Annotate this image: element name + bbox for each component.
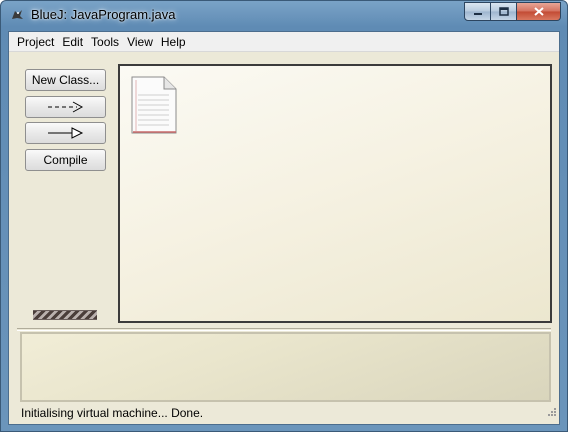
machine-activity-indicator xyxy=(33,310,97,320)
menu-tools[interactable]: Tools xyxy=(87,35,123,49)
maximize-icon xyxy=(498,7,509,16)
text-file-icon[interactable] xyxy=(131,76,177,139)
window-title: BlueJ: JavaProgram.java xyxy=(31,7,176,22)
uses-arrow-button[interactable] xyxy=(25,96,106,118)
menu-project[interactable]: Project xyxy=(13,35,58,49)
menu-bar: Project Edit Tools View Help xyxy=(9,32,559,52)
bluej-window: BlueJ: JavaProgram.java Project Edit Too… xyxy=(0,0,568,432)
panel-splitter[interactable] xyxy=(17,328,551,331)
maximize-button[interactable] xyxy=(491,2,517,21)
minimize-icon xyxy=(473,12,482,15)
window-client-area: Project Edit Tools View Help New Class..… xyxy=(8,31,560,425)
new-class-button[interactable]: New Class... xyxy=(25,69,106,91)
inherits-arrow-button[interactable] xyxy=(25,122,106,144)
title-bar[interactable]: BlueJ: JavaProgram.java xyxy=(1,1,567,31)
menu-edit[interactable]: Edit xyxy=(58,35,87,49)
compile-button[interactable]: Compile xyxy=(25,149,106,171)
resize-grip-icon[interactable] xyxy=(547,404,557,422)
class-diagram-panel[interactable] xyxy=(118,64,552,323)
minimize-button[interactable] xyxy=(464,2,491,21)
close-icon xyxy=(533,7,544,16)
menu-help[interactable]: Help xyxy=(157,35,190,49)
bluej-bird-icon xyxy=(9,7,25,23)
dashed-arrow-icon xyxy=(48,101,84,113)
status-message: Initialising virtual machine... Done. xyxy=(21,406,204,420)
close-button[interactable] xyxy=(517,2,561,21)
window-controls xyxy=(464,2,561,21)
terminal-panel[interactable] xyxy=(20,332,551,402)
menu-view[interactable]: View xyxy=(123,35,157,49)
inheritance-arrow-icon xyxy=(48,127,84,139)
